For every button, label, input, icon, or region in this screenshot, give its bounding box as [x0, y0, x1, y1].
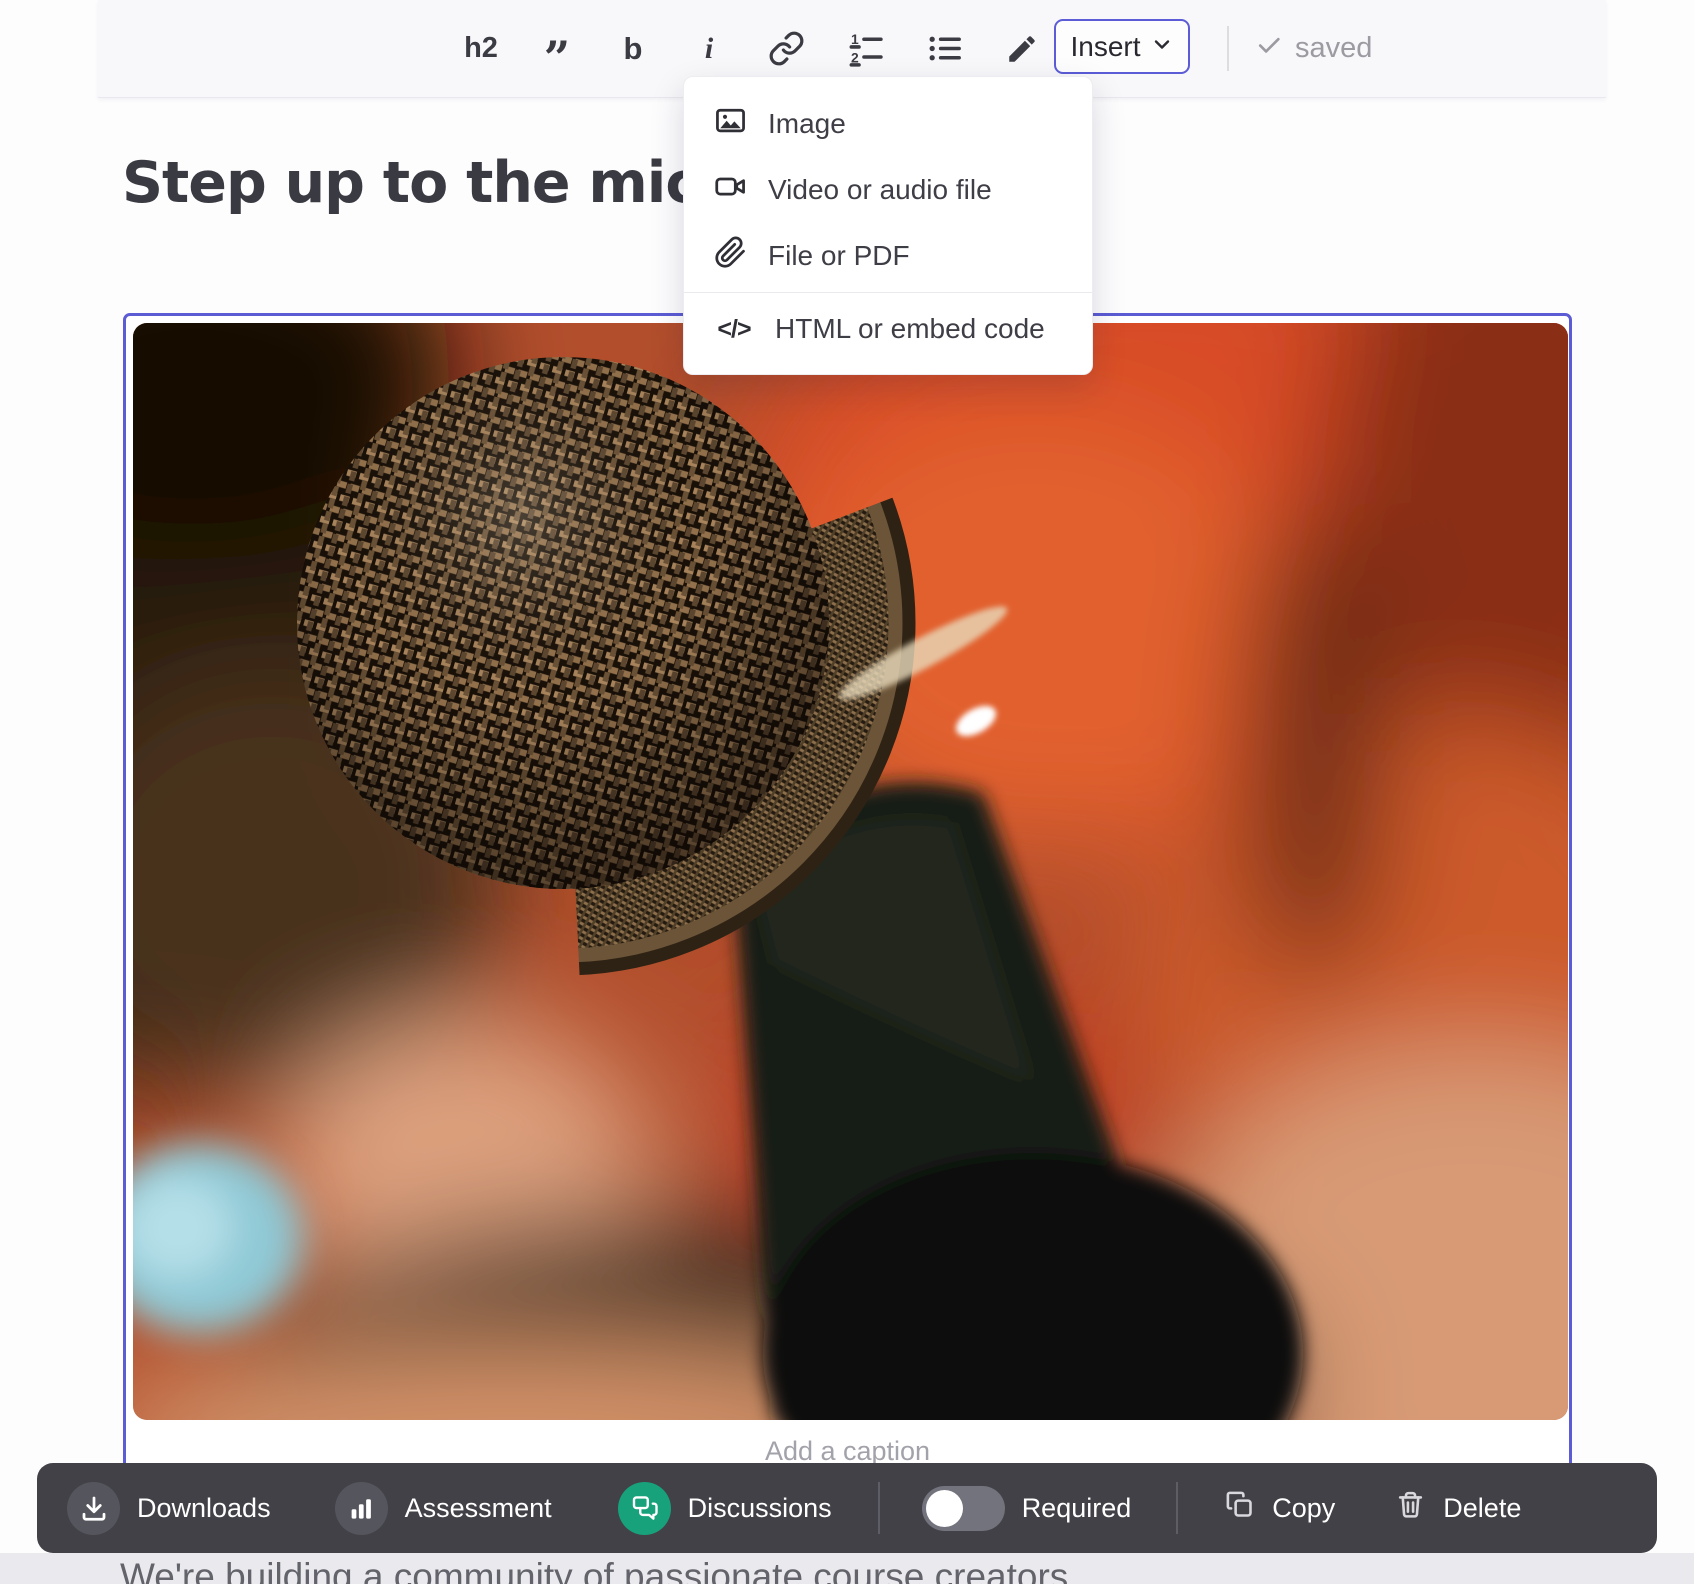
toolbar-divider — [1227, 26, 1229, 71]
discussions-chat-icon — [618, 1482, 671, 1535]
insert-menu-item-video[interactable]: Video or audio file — [684, 157, 1092, 223]
delete-label: Delete — [1443, 1493, 1521, 1524]
insert-menu: Image Video or audio file File or PDF </… — [683, 76, 1093, 375]
discussions-button[interactable]: Discussions — [618, 1482, 832, 1535]
delete-button[interactable]: Delete — [1395, 1489, 1521, 1527]
bar-chart-icon — [335, 1482, 388, 1535]
download-icon — [67, 1482, 120, 1535]
assessment-button[interactable]: Assessment — [335, 1482, 552, 1535]
chevron-down-icon — [1150, 31, 1174, 63]
lesson-paragraph[interactable]: We're building a community of passionate… — [120, 1556, 1068, 1584]
pencil-icon — [1005, 32, 1039, 66]
discussions-label: Discussions — [688, 1493, 832, 1524]
lesson-title[interactable]: Step up to the mic... — [122, 150, 760, 216]
paperclip-icon — [714, 236, 747, 276]
required-label: Required — [1022, 1493, 1132, 1524]
heading2-button[interactable]: h2 — [464, 32, 498, 65]
svg-text:2: 2 — [851, 49, 859, 65]
check-icon — [1255, 31, 1283, 67]
image-block-selected[interactable]: Add a caption — [123, 313, 1572, 1503]
ordered-list-button[interactable]: 12 — [847, 30, 884, 67]
trash-icon — [1395, 1489, 1426, 1527]
bullet-list-icon — [926, 30, 963, 67]
save-status: saved — [1255, 0, 1372, 97]
downloads-button[interactable]: Downloads — [67, 1482, 271, 1535]
image-icon — [714, 104, 747, 144]
code-icon: </> — [714, 315, 754, 344]
toggle-knob — [926, 1490, 963, 1527]
insert-menu-item-label: HTML or embed code — [775, 313, 1045, 345]
bullet-list-button[interactable] — [926, 30, 963, 67]
video-icon — [714, 170, 747, 210]
insert-menu-item-label: File or PDF — [768, 240, 910, 272]
lesson-editor: h2 ” b i 12 Insert saved — [0, 0, 1694, 1584]
highlight-button[interactable] — [1005, 32, 1039, 66]
assessment-label: Assessment — [405, 1493, 552, 1524]
link-icon — [768, 30, 805, 67]
insert-menu-item-image[interactable]: Image — [684, 91, 1092, 157]
insert-button-label: Insert — [1070, 31, 1140, 63]
required-toggle-group: Required — [922, 1486, 1132, 1531]
link-button[interactable] — [768, 30, 805, 67]
insert-menu-item-file[interactable]: File or PDF — [684, 223, 1092, 289]
insert-menu-item-embed[interactable]: </> HTML or embed code — [684, 296, 1092, 362]
downloads-label: Downloads — [137, 1493, 271, 1524]
required-toggle[interactable] — [922, 1486, 1005, 1531]
copy-icon — [1224, 1489, 1255, 1527]
blockbar-divider — [878, 1482, 880, 1534]
copy-label: Copy — [1272, 1493, 1335, 1524]
ordered-list-icon: 12 — [847, 30, 884, 67]
blockbar-divider — [1176, 1482, 1178, 1534]
bold-button[interactable]: b — [616, 31, 650, 67]
copy-button[interactable]: Copy — [1224, 1489, 1335, 1527]
insert-menu-item-label: Video or audio file — [768, 174, 992, 206]
menu-separator — [684, 292, 1092, 293]
save-status-label: saved — [1295, 32, 1372, 65]
insert-menu-item-label: Image — [768, 108, 846, 140]
svg-text:1: 1 — [851, 31, 859, 47]
block-toolbar: Downloads Assessment Discussions Require… — [37, 1463, 1657, 1553]
microphone-photo — [133, 323, 1568, 1420]
italic-button[interactable]: i — [692, 32, 726, 66]
insert-button[interactable]: Insert — [1054, 19, 1190, 74]
